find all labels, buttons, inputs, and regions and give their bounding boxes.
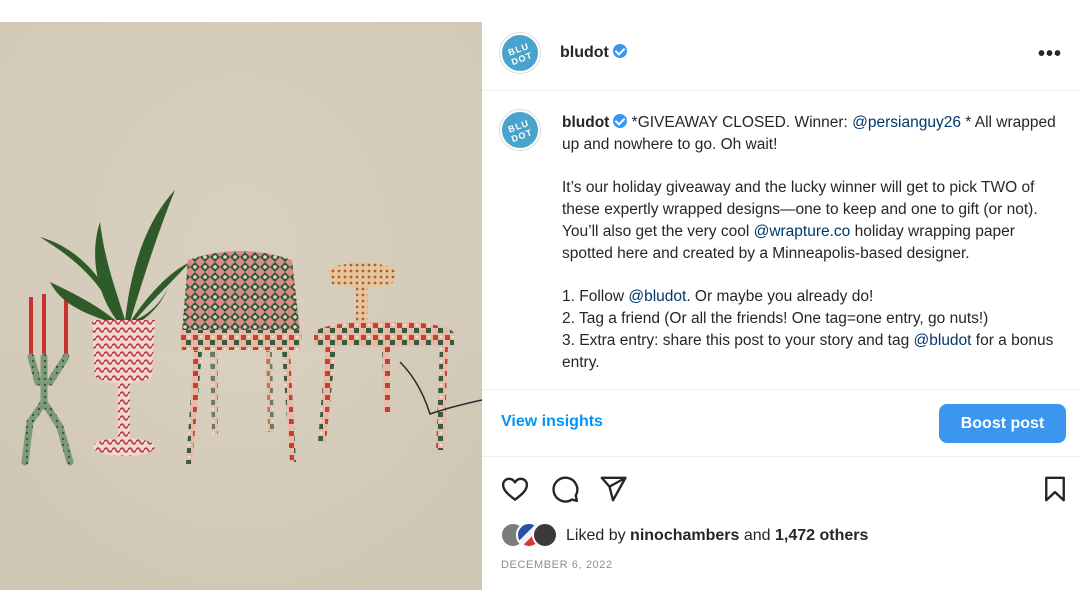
liked-by-user[interactable]: ninochambers	[630, 527, 739, 544]
caption-text: *GIVEAWAY CLOSED. Winner:	[631, 114, 853, 131]
mention-link[interactable]: @persianguy26	[852, 114, 961, 131]
heart-icon[interactable]	[500, 474, 530, 504]
mention-link[interactable]: @wrapture.co	[754, 223, 851, 240]
caption-avatar[interactable]: BLU DOT	[500, 110, 540, 150]
post-photo-illustration	[0, 22, 482, 590]
caption-area[interactable]: BLU DOT bludot *GIVEAWAY CLOSED. Winner:…	[482, 92, 1080, 389]
send-icon[interactable]	[598, 474, 628, 504]
post-detail-panel: BLU DOT bludot ••• BLU DOT bludot *GIVEA…	[482, 22, 1080, 590]
username-link[interactable]: bludot	[560, 44, 627, 62]
post-caption: bludot *GIVEAWAY CLOSED. Winner: @persia…	[562, 112, 1062, 374]
action-bar	[482, 472, 1080, 508]
caption-text: 3. Extra entry: share this post to your …	[562, 331, 914, 349]
avatar-logo-text: BLU DOT	[506, 117, 535, 145]
liked-by-others[interactable]: 1,472 others	[775, 527, 868, 544]
boost-post-button[interactable]: Boost post	[939, 404, 1066, 443]
liked-by-prefix: Liked by	[566, 527, 631, 544]
more-options-icon[interactable]: •••	[1038, 44, 1062, 64]
liked-by-text[interactable]: Liked by ninochambers and 1,472 others	[566, 527, 868, 545]
insights-bar: View insights Boost post	[482, 389, 1080, 457]
caption-text: 2. Tag a friend (Or all the friends! One…	[562, 310, 989, 328]
post-image[interactable]	[0, 22, 482, 590]
mention-link[interactable]: @bludot	[914, 332, 972, 349]
likes-row: Liked by ninochambers and 1,472 others	[500, 522, 1060, 550]
mention-link[interactable]: @bludot	[628, 288, 686, 305]
caption-text: 1. Follow	[562, 288, 629, 306]
post-date[interactable]: DECEMBER 6, 2022	[501, 559, 613, 571]
username-text: bludot	[560, 44, 609, 61]
verified-badge-icon	[613, 114, 628, 128]
profile-avatar[interactable]: BLU DOT	[500, 33, 540, 73]
comment-icon[interactable]	[550, 474, 580, 504]
verified-badge-icon	[612, 44, 627, 58]
post-header: BLU DOT bludot •••	[482, 22, 1080, 91]
view-insights-link[interactable]: View insights	[501, 413, 603, 431]
avatar-logo-text: BLU DOT	[506, 40, 535, 68]
caption-text: . Or maybe you already do!	[686, 288, 874, 306]
liker-avatar[interactable]	[532, 522, 558, 548]
bookmark-icon[interactable]	[1040, 474, 1070, 504]
liked-by-middle: and	[739, 527, 775, 544]
caption-username[interactable]: bludot	[562, 114, 609, 131]
